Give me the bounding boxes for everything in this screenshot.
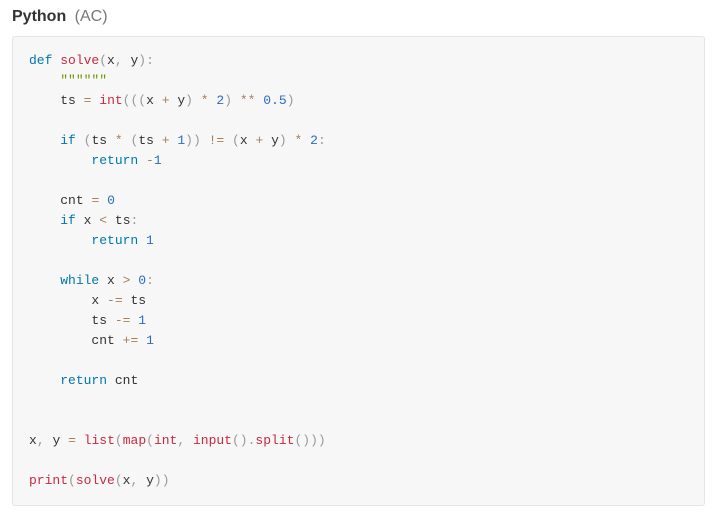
id-x: x — [146, 93, 154, 108]
fn-int: int — [99, 93, 122, 108]
punct: : — [131, 213, 139, 228]
id-x: x — [84, 213, 92, 228]
op-pluseq: += — [123, 333, 139, 348]
punct: ( — [115, 433, 123, 448]
punct: ( — [146, 433, 154, 448]
op-eq: = — [84, 93, 92, 108]
kw-return: return — [60, 373, 107, 388]
header: Python (AC) — [12, 8, 705, 26]
kw-return: return — [91, 153, 138, 168]
punct: , — [115, 53, 123, 68]
fn-solve: solve — [76, 473, 115, 488]
kw-if: if — [60, 133, 76, 148]
punct: ) — [287, 93, 295, 108]
punct: ) — [185, 93, 193, 108]
id-x: x — [107, 53, 115, 68]
op-plus: + — [255, 133, 263, 148]
op-plus: + — [162, 93, 170, 108]
id-y: y — [146, 473, 154, 488]
op-neg: - — [146, 153, 154, 168]
id-cnt: cnt — [60, 193, 83, 208]
id-cnt: cnt — [115, 373, 138, 388]
id-cnt: cnt — [91, 333, 114, 348]
punct: ) — [185, 133, 193, 148]
id-x: x — [29, 433, 37, 448]
fn-split: split — [255, 433, 294, 448]
code-snippet-container: Python (AC) def solve(x, y): """""" ts =… — [0, 0, 717, 520]
id-ts: ts — [60, 93, 76, 108]
kw-return: return — [91, 233, 138, 248]
fn-print: print — [29, 473, 68, 488]
fn-map: map — [123, 433, 146, 448]
num-2: 2 — [310, 133, 318, 148]
kw-while: while — [60, 273, 99, 288]
punct: , — [130, 473, 138, 488]
punct: : — [146, 273, 154, 288]
id-ts: ts — [91, 313, 107, 328]
op-eq: = — [91, 193, 99, 208]
op-minuseq: -= — [115, 313, 131, 328]
num-1: 1 — [154, 153, 162, 168]
op-neq: != — [209, 133, 225, 148]
docstring: """""" — [60, 73, 107, 88]
id-ts: ts — [130, 293, 146, 308]
punct: ( — [138, 93, 146, 108]
id-y: y — [52, 433, 60, 448]
kw-def: def — [29, 53, 52, 68]
num-1: 1 — [138, 313, 146, 328]
code-block: def solve(x, y): """""" ts = int(((x + y… — [12, 36, 705, 506]
id-x: x — [91, 293, 99, 308]
op-eq: = — [68, 433, 76, 448]
id-x: x — [240, 133, 248, 148]
op-plus: + — [162, 133, 170, 148]
status-label: (AC) — [75, 8, 108, 25]
op-times: * — [295, 133, 303, 148]
punct: , — [37, 433, 45, 448]
punct: ( — [232, 133, 240, 148]
id-x: x — [107, 273, 115, 288]
punct: ( — [115, 473, 123, 488]
punct: ) — [318, 433, 326, 448]
punct: ) — [240, 433, 248, 448]
op-times: * — [201, 93, 209, 108]
id-ts: ts — [138, 133, 154, 148]
id-ts: ts — [115, 213, 131, 228]
fn-list: list — [84, 433, 115, 448]
id-y: y — [177, 93, 185, 108]
punct: , — [177, 433, 185, 448]
punct: ) — [302, 433, 310, 448]
punct: ) — [310, 433, 318, 448]
punct: : — [146, 53, 154, 68]
op-lt: < — [99, 213, 107, 228]
punct: ) — [138, 53, 146, 68]
punct: ( — [232, 433, 240, 448]
punct: ) — [224, 93, 232, 108]
punct: ( — [99, 53, 107, 68]
op-dstar: ** — [240, 93, 256, 108]
num-0: 0 — [107, 193, 115, 208]
num-1: 1 — [177, 133, 185, 148]
fn-int: int — [154, 433, 177, 448]
punct: ( — [68, 473, 76, 488]
punct: : — [318, 133, 326, 148]
op-gt: > — [123, 273, 131, 288]
op-times: * — [115, 133, 123, 148]
id-ts: ts — [91, 133, 107, 148]
num-05: 0.5 — [263, 93, 286, 108]
fn-input: input — [193, 433, 232, 448]
id-y: y — [271, 133, 279, 148]
op-minuseq: -= — [107, 293, 123, 308]
num-1: 1 — [146, 233, 154, 248]
punct: ) — [162, 473, 170, 488]
punct: ) — [193, 133, 201, 148]
num-1: 1 — [146, 333, 154, 348]
kw-if: if — [60, 213, 76, 228]
fn-solve: solve — [60, 53, 99, 68]
num-0: 0 — [138, 273, 146, 288]
punct: ) — [154, 473, 162, 488]
punct: ) — [279, 133, 287, 148]
language-label: Python — [12, 8, 66, 25]
